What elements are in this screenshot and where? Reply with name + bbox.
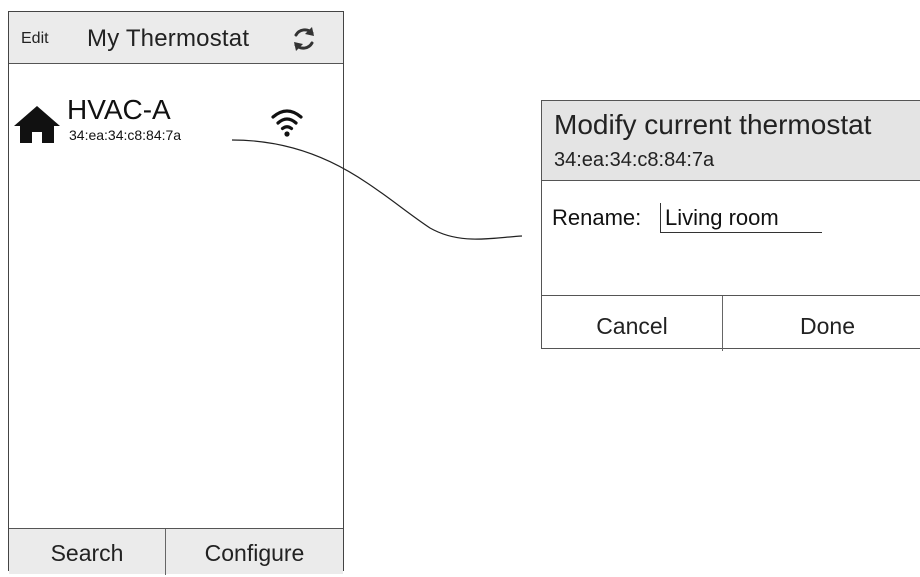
- dialog-title: Modify current thermostat: [554, 109, 872, 140]
- search-button[interactable]: Search: [9, 529, 166, 575]
- device-list-item[interactable]: HVAC-A 34:ea:34:c8:84:7a: [13, 94, 313, 156]
- app-footer: Search Configure: [9, 528, 343, 575]
- app-header: Edit My Thermostat: [9, 12, 343, 64]
- edit-button[interactable]: Edit: [21, 30, 49, 48]
- device-mac-address: 34:ea:34:c8:84:7a: [69, 127, 182, 143]
- rename-input[interactable]: [660, 203, 822, 233]
- refresh-icon[interactable]: [289, 24, 319, 54]
- configure-button[interactable]: Configure: [166, 529, 343, 575]
- dialog-header: Modify current thermostat 34:ea:34:c8:84…: [542, 101, 920, 181]
- wifi-icon: [271, 109, 303, 137]
- done-button[interactable]: Done: [723, 296, 920, 351]
- page-title: My Thermostat: [87, 25, 250, 52]
- home-icon: [14, 106, 60, 143]
- dialog-footer: Cancel Done: [542, 295, 920, 351]
- cancel-button[interactable]: Cancel: [542, 296, 723, 351]
- modify-thermostat-dialog: Modify current thermostat 34:ea:34:c8:84…: [541, 100, 920, 351]
- thermostat-app-panel: Edit My Thermostat HVAC-A 34:ea:34:c8:84…: [8, 11, 344, 575]
- rename-label: Rename:: [552, 205, 642, 230]
- dialog-mac-address: 34:ea:34:c8:84:7a: [554, 149, 715, 171]
- device-name: HVAC-A: [67, 94, 171, 125]
